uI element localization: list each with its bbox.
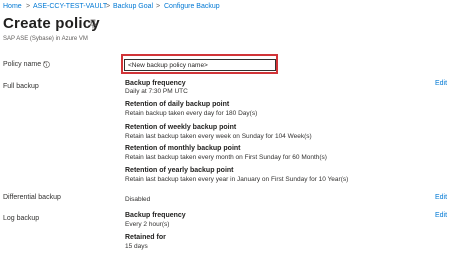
full-backup-edit-link[interactable]: Edit (435, 80, 447, 87)
weekly-retention-value: Retain last backup taken every week on S… (125, 133, 312, 140)
breadcrumb-vault[interactable]: ASE-CCY-TEST-VAULT (33, 3, 107, 10)
weekly-retention-heading: Retention of weekly backup point (125, 124, 237, 131)
log-backup-label: Log backup (3, 215, 40, 222)
breadcrumb-separator: > (156, 3, 161, 10)
log-backup-frequency-value: Every 2 hour(s) (125, 221, 170, 228)
breadcrumb-configure-backup[interactable]: Configure Backup (164, 3, 220, 10)
breadcrumb-backup-goal[interactable]: Backup Goal (113, 3, 153, 10)
differential-backup-label: Differential backup (3, 194, 61, 201)
policy-name-label: Policy name * (3, 61, 46, 68)
log-retained-heading: Retained for (125, 234, 166, 241)
breadcrumb-separator: > (26, 3, 31, 10)
log-backup-frequency-heading: Backup frequency (125, 212, 186, 219)
log-backup-edit-link[interactable]: Edit (435, 212, 447, 219)
yearly-retention-value: Retain last backup taken every year in J… (125, 176, 349, 183)
pin-icon[interactable] (88, 19, 98, 29)
breadcrumb-separator: > (106, 3, 111, 10)
full-backup-label: Full backup (3, 83, 39, 90)
yearly-retention-heading: Retention of yearly backup point (125, 167, 234, 174)
highlight-box (121, 54, 278, 74)
log-retained-value: 15 days (125, 243, 148, 250)
differential-backup-edit-link[interactable]: Edit (435, 194, 447, 201)
full-backup-frequency-heading: Backup frequency (125, 80, 186, 87)
daily-retention-value: Retain backup taken every day for 180 Da… (125, 110, 258, 117)
page-subtitle: SAP ASE (Sybase) in Azure VM (3, 36, 88, 42)
info-icon[interactable] (43, 61, 50, 68)
daily-retention-heading: Retention of daily backup point (125, 101, 230, 108)
full-backup-frequency-value: Daily at 7:30 PM UTC (125, 88, 188, 95)
differential-backup-value: Disabled (125, 196, 151, 203)
breadcrumb-home[interactable]: Home (3, 3, 22, 10)
monthly-retention-value: Retain last backup taken every month on … (125, 154, 327, 161)
page-title: Create policy (3, 15, 100, 32)
monthly-retention-heading: Retention of monthly backup point (125, 145, 241, 152)
